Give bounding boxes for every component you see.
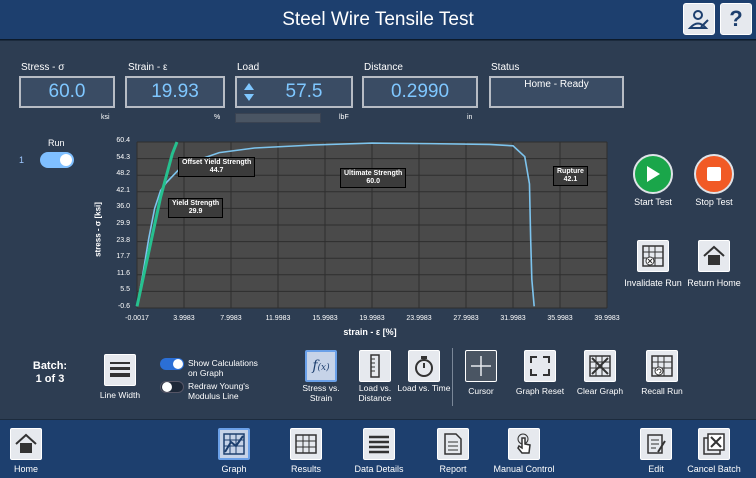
nav-manual-control[interactable]: Manual Control (487, 420, 561, 478)
stop-test-label: Stop Test (695, 197, 733, 207)
x-tick-label: 3.9983 (173, 315, 195, 322)
stop-icon (707, 167, 721, 181)
nav-data-details[interactable]: Data Details (352, 420, 406, 478)
recall-run-label: Recall Run (641, 386, 683, 396)
line-width-icon[interactable] (104, 354, 136, 386)
y-tick-label: 48.2 (116, 170, 130, 178)
y-tick-label: 5.5 (120, 286, 130, 294)
hand-pointer-icon (508, 428, 540, 460)
show-calculations-label: Show Calculations on Graph (188, 358, 258, 378)
toolbar-divider (452, 348, 453, 406)
y-tick-label: -0.6 (117, 303, 130, 310)
invalidate-run-icon[interactable] (637, 240, 669, 272)
load-distance-label: Load vs. Distance (358, 383, 392, 403)
y-tick-label: 60.4 (116, 137, 130, 144)
batch-indicator: Batch: 1 of 3 (32, 360, 68, 385)
x-tick-label: 31.9983 (500, 315, 526, 322)
x-tick-label: 11.9983 (265, 315, 291, 322)
x-tick-label: 27.9983 (453, 315, 479, 322)
x-tick-label: 7.9983 (220, 315, 242, 322)
stress-strain-label: Stress vs. Strain (302, 383, 340, 403)
graph-reset-icon[interactable] (524, 350, 556, 382)
play-icon (647, 166, 660, 182)
yield-strength-callout: Yield Strength 29.9 (168, 198, 224, 218)
series-line-1 (135, 141, 179, 307)
home-icon (10, 428, 42, 460)
table-icon (290, 428, 322, 460)
redraw-youngs-label: Redraw Young's Modulus Line (188, 381, 250, 401)
offset-yield-callout: Offset Yield Strength 44.7 (178, 157, 256, 177)
graph-icon (218, 428, 250, 460)
ultimate-strength-callout: Ultimate Strength 60.0 (340, 168, 407, 188)
cursor-icon[interactable] (465, 350, 497, 382)
x-tick-label: 39.9983 (594, 315, 620, 322)
load-distance-icon[interactable] (359, 350, 391, 382)
show-calculations-toggle[interactable] (160, 358, 184, 370)
y-tick-label: 42.1 (116, 186, 130, 194)
nav-graph[interactable]: Graph (214, 420, 254, 478)
edit-icon (640, 428, 672, 460)
nav-cancel-batch[interactable]: Cancel Batch (682, 420, 746, 478)
rupture-callout: Rupture 42.1 (553, 166, 588, 186)
list-icon (363, 428, 395, 460)
y-axis-label: stress - σ [ksi] (93, 202, 103, 257)
load-time-icon[interactable] (408, 350, 440, 382)
nav-edit[interactable]: Edit (638, 420, 674, 478)
x-tick-label: 19.9983 (359, 315, 385, 322)
start-test-label: Start Test (634, 197, 672, 207)
y-tick-label: 11.6 (116, 269, 130, 277)
load-time-label: Load vs. Time (397, 383, 451, 393)
stop-test-button[interactable] (694, 154, 734, 194)
start-test-button[interactable] (633, 154, 673, 194)
redraw-youngs-toggle[interactable] (160, 381, 184, 393)
y-tick-label: 54.3 (116, 153, 130, 161)
clear-graph-icon[interactable] (584, 350, 616, 382)
nav-results[interactable]: Results (286, 420, 326, 478)
x-axis-label: strain - ε [%] (343, 327, 397, 337)
cancel-batch-icon (698, 428, 730, 460)
report-icon (437, 428, 469, 460)
return-home-icon[interactable] (698, 240, 730, 272)
nav-home[interactable]: Home (8, 420, 44, 478)
line-width-label: Line Width (99, 390, 141, 400)
cursor-label: Cursor (468, 386, 494, 396)
invalidate-run-label: Invalidate Run (624, 278, 682, 288)
x-tick-label: 35.9983 (547, 315, 573, 322)
x-tick-label: 23.9983 (406, 315, 432, 322)
recall-run-icon[interactable] (646, 350, 678, 382)
nav-report[interactable]: Report (433, 420, 473, 478)
return-home-label: Return Home (687, 278, 741, 288)
clear-graph-label: Clear Graph (576, 386, 624, 396)
x-tick-label: -0.0017 (125, 315, 149, 322)
bottom-nav: Home Graph Results Data Details Report M… (0, 420, 756, 478)
x-tick-label: 15.9983 (312, 315, 338, 322)
stress-strain-icon[interactable]: f(x) (305, 350, 337, 382)
